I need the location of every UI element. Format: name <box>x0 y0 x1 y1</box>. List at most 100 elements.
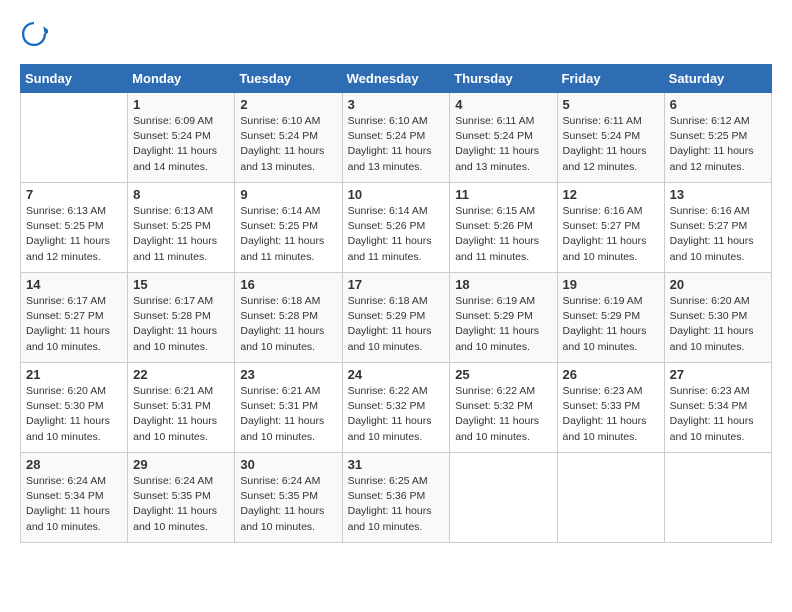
day-info: Sunrise: 6:18 AMSunset: 5:28 PMDaylight:… <box>240 294 336 355</box>
day-info: Sunrise: 6:23 AMSunset: 5:33 PMDaylight:… <box>563 384 659 445</box>
day-number: 14 <box>26 277 122 292</box>
day-number: 25 <box>455 367 551 382</box>
calendar-cell: 10Sunrise: 6:14 AMSunset: 5:26 PMDayligh… <box>342 183 450 273</box>
day-number: 30 <box>240 457 336 472</box>
calendar-cell: 24 Sunrise: 6:22 AMSunset: 5:32 PMDayligh… <box>342 363 450 453</box>
calendar-cell: 23 Sunrise: 6:21 AMSunset: 5:31 PMDayligh… <box>235 363 342 453</box>
day-info: Sunrise: 6:16 AMSunset: 5:27 PMDaylight:… <box>563 204 659 265</box>
calendar-cell: 5 Sunrise: 6:11 AMSunset: 5:24 PMDaylight… <box>557 93 664 183</box>
day-number: 31 <box>348 457 445 472</box>
day-info: Sunrise: 6:21 AMSunset: 5:31 PMDaylight:… <box>133 384 229 445</box>
calendar-cell: 14 Sunrise: 6:17 AMSunset: 5:27 PMDayligh… <box>21 273 128 363</box>
day-number: 16 <box>240 277 336 292</box>
day-info: Sunrise: 6:24 AMSunset: 5:34 PMDaylight:… <box>26 474 122 535</box>
calendar-cell: 21 Sunrise: 6:20 AMSunset: 5:30 PMDayligh… <box>21 363 128 453</box>
day-number: 7 <box>26 187 122 202</box>
calendar-cell: 1Sunrise: 6:09 AMSunset: 5:24 PMDaylight… <box>128 93 235 183</box>
calendar-cell: 7 Sunrise: 6:13 AMSunset: 5:25 PMDaylight… <box>21 183 128 273</box>
day-number: 26 <box>563 367 659 382</box>
column-header-wednesday: Wednesday <box>342 65 450 93</box>
day-info: Sunrise: 6:13 AMSunset: 5:25 PMDaylight:… <box>26 204 122 265</box>
day-info: Sunrise: 6:16 AMSunset: 5:27 PMDaylight:… <box>670 204 766 265</box>
day-number: 23 <box>240 367 336 382</box>
day-number: 29 <box>133 457 229 472</box>
calendar-cell: 20 Sunrise: 6:20 AMSunset: 5:30 PMDayligh… <box>664 273 771 363</box>
calendar-cell: 2 Sunrise: 6:10 AMSunset: 5:24 PMDaylight… <box>235 93 342 183</box>
calendar-header-row: SundayMondayTuesdayWednesdayThursdayFrid… <box>21 65 772 93</box>
day-number: 15 <box>133 277 229 292</box>
day-info: Sunrise: 6:22 AMSunset: 5:32 PMDaylight:… <box>348 384 445 445</box>
day-number: 3 <box>348 97 445 112</box>
day-info: Sunrise: 6:17 AMSunset: 5:28 PMDaylight:… <box>133 294 229 355</box>
day-number: 27 <box>670 367 766 382</box>
column-header-monday: Monday <box>128 65 235 93</box>
logo-icon <box>20 20 48 48</box>
page-header <box>20 20 772 48</box>
day-info: Sunrise: 6:19 AMSunset: 5:29 PMDaylight:… <box>563 294 659 355</box>
day-number: 6 <box>670 97 766 112</box>
day-info: Sunrise: 6:12 AMSunset: 5:25 PMDaylight:… <box>670 114 766 175</box>
calendar-cell: 9Sunrise: 6:14 AMSunset: 5:25 PMDaylight… <box>235 183 342 273</box>
day-info: Sunrise: 6:15 AMSunset: 5:26 PMDaylight:… <box>455 204 551 265</box>
day-number: 2 <box>240 97 336 112</box>
day-info: Sunrise: 6:21 AMSunset: 5:31 PMDaylight:… <box>240 384 336 445</box>
calendar-cell: 8 Sunrise: 6:13 AMSunset: 5:25 PMDaylight… <box>128 183 235 273</box>
calendar-cell: 6 Sunrise: 6:12 AMSunset: 5:25 PMDaylight… <box>664 93 771 183</box>
day-number: 20 <box>670 277 766 292</box>
day-info: Sunrise: 6:24 AMSunset: 5:35 PMDaylight:… <box>133 474 229 535</box>
day-number: 4 <box>455 97 551 112</box>
logo <box>20 20 52 48</box>
day-number: 28 <box>26 457 122 472</box>
calendar-cell: 18 Sunrise: 6:19 AMSunset: 5:29 PMDayligh… <box>450 273 557 363</box>
day-info: Sunrise: 6:23 AMSunset: 5:34 PMDaylight:… <box>670 384 766 445</box>
day-info: Sunrise: 6:10 AMSunset: 5:24 PMDaylight:… <box>348 114 445 175</box>
calendar-cell <box>557 453 664 543</box>
day-number: 24 <box>348 367 445 382</box>
calendar-cell <box>21 93 128 183</box>
calendar-table: SundayMondayTuesdayWednesdayThursdayFrid… <box>20 64 772 543</box>
calendar-week-4: 28 Sunrise: 6:24 AMSunset: 5:34 PMDayligh… <box>21 453 772 543</box>
column-header-saturday: Saturday <box>664 65 771 93</box>
day-info: Sunrise: 6:19 AMSunset: 5:29 PMDaylight:… <box>455 294 551 355</box>
calendar-week-1: 7 Sunrise: 6:13 AMSunset: 5:25 PMDaylight… <box>21 183 772 273</box>
day-number: 12 <box>563 187 659 202</box>
day-info: Sunrise: 6:10 AMSunset: 5:24 PMDaylight:… <box>240 114 336 175</box>
day-number: 17 <box>348 277 445 292</box>
day-info: Sunrise: 6:20 AMSunset: 5:30 PMDaylight:… <box>26 384 122 445</box>
day-info: Sunrise: 6:20 AMSunset: 5:30 PMDaylight:… <box>670 294 766 355</box>
day-number: 21 <box>26 367 122 382</box>
day-number: 10 <box>348 187 445 202</box>
calendar-week-3: 21 Sunrise: 6:20 AMSunset: 5:30 PMDayligh… <box>21 363 772 453</box>
calendar-cell: 29 Sunrise: 6:24 AMSunset: 5:35 PMDayligh… <box>128 453 235 543</box>
calendar-cell: 30 Sunrise: 6:24 AMSunset: 5:35 PMDayligh… <box>235 453 342 543</box>
calendar-cell: 28 Sunrise: 6:24 AMSunset: 5:34 PMDayligh… <box>21 453 128 543</box>
calendar-cell: 31 Sunrise: 6:25 AMSunset: 5:36 PMDayligh… <box>342 453 450 543</box>
calendar-cell: 4 Sunrise: 6:11 AMSunset: 5:24 PMDaylight… <box>450 93 557 183</box>
column-header-tuesday: Tuesday <box>235 65 342 93</box>
calendar-cell: 19Sunrise: 6:19 AMSunset: 5:29 PMDayligh… <box>557 273 664 363</box>
day-number: 11 <box>455 187 551 202</box>
day-info: Sunrise: 6:13 AMSunset: 5:25 PMDaylight:… <box>133 204 229 265</box>
day-info: Sunrise: 6:18 AMSunset: 5:29 PMDaylight:… <box>348 294 445 355</box>
day-number: 22 <box>133 367 229 382</box>
day-number: 5 <box>563 97 659 112</box>
column-header-thursday: Thursday <box>450 65 557 93</box>
calendar-cell: 26 Sunrise: 6:23 AMSunset: 5:33 PMDayligh… <box>557 363 664 453</box>
day-number: 8 <box>133 187 229 202</box>
calendar-cell <box>664 453 771 543</box>
day-info: Sunrise: 6:25 AMSunset: 5:36 PMDaylight:… <box>348 474 445 535</box>
column-header-sunday: Sunday <box>21 65 128 93</box>
day-info: Sunrise: 6:14 AMSunset: 5:25 PMDaylight:… <box>240 204 336 265</box>
day-info: Sunrise: 6:24 AMSunset: 5:35 PMDaylight:… <box>240 474 336 535</box>
day-info: Sunrise: 6:17 AMSunset: 5:27 PMDaylight:… <box>26 294 122 355</box>
calendar-cell: 16 Sunrise: 6:18 AMSunset: 5:28 PMDayligh… <box>235 273 342 363</box>
calendar-cell: 13Sunrise: 6:16 AMSunset: 5:27 PMDayligh… <box>664 183 771 273</box>
day-info: Sunrise: 6:22 AMSunset: 5:32 PMDaylight:… <box>455 384 551 445</box>
calendar-cell: 22 Sunrise: 6:21 AMSunset: 5:31 PMDayligh… <box>128 363 235 453</box>
day-info: Sunrise: 6:11 AMSunset: 5:24 PMDaylight:… <box>563 114 659 175</box>
day-info: Sunrise: 6:11 AMSunset: 5:24 PMDaylight:… <box>455 114 551 175</box>
day-number: 18 <box>455 277 551 292</box>
calendar-cell: 15 Sunrise: 6:17 AMSunset: 5:28 PMDayligh… <box>128 273 235 363</box>
calendar-week-0: 1Sunrise: 6:09 AMSunset: 5:24 PMDaylight… <box>21 93 772 183</box>
calendar-week-2: 14 Sunrise: 6:17 AMSunset: 5:27 PMDayligh… <box>21 273 772 363</box>
